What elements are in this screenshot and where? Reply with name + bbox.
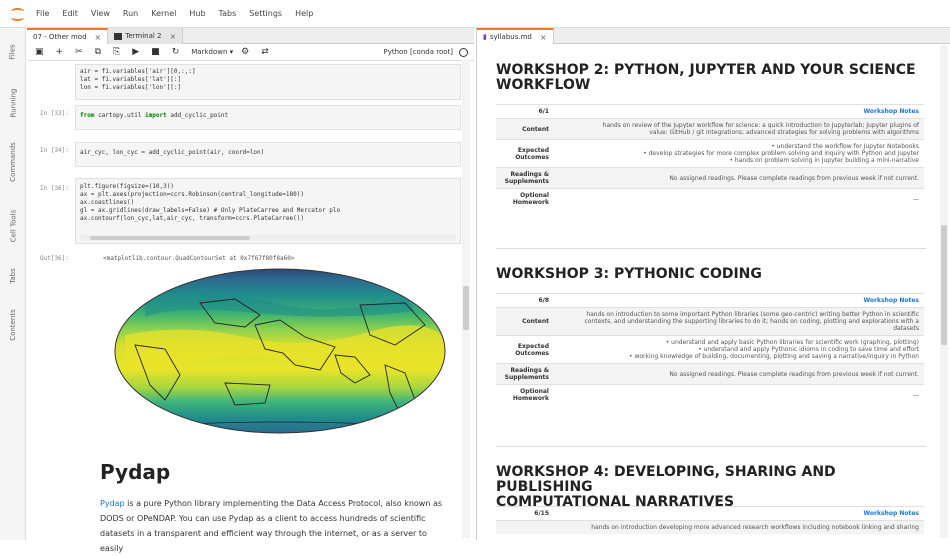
workshop-2-title: WORKSHOP 2: PYTHON, JUPYTER AND YOUR SCI… [496, 62, 916, 93]
save-icon[interactable]: ▣ [35, 47, 44, 57]
add-cell-icon[interactable]: + [56, 47, 64, 57]
run-icon[interactable]: ▶ [132, 47, 139, 57]
close-icon[interactable]: × [170, 32, 177, 41]
section-divider [496, 248, 926, 249]
cell-source: air_cyc, lon_cyc = add_cyclic_point(air,… [80, 149, 265, 156]
kernel-status-icon [459, 47, 468, 57]
menu-hub[interactable]: Hub [189, 9, 205, 18]
pydap-link[interactable]: Pydap [100, 499, 125, 508]
map-plot [114, 268, 446, 434]
menu-help[interactable]: Help [295, 9, 313, 18]
sidebar-tab-tabs[interactable]: Tabs [0, 258, 26, 294]
markdown-file-icon: ▮ [483, 33, 487, 41]
menu-run[interactable]: Run [123, 9, 138, 18]
tab-syllabus-label: syllabus.md [489, 33, 532, 41]
workshop-notes-link[interactable]: Workshop Notes [864, 297, 919, 304]
paste-icon[interactable]: ⎘ [113, 47, 120, 57]
close-icon[interactable]: × [540, 33, 547, 42]
sidebar-tab-running[interactable]: Running [0, 78, 26, 128]
workshop-3-title: WORKSHOP 3: PYTHONIC CODING [496, 266, 762, 282]
section-divider [496, 446, 926, 447]
tab-notebook[interactable]: 07 - Other mod × [27, 28, 109, 44]
workshop-3-table: 6/8 Workshop Notes Content hands on introd… [496, 293, 924, 405]
workshop-notes-link[interactable]: Workshop Notes [864, 510, 919, 517]
menu-view[interactable]: View [91, 9, 110, 18]
tab-terminal-label: Terminal 2 [125, 32, 162, 40]
menu-edit[interactable]: Edit [62, 9, 78, 18]
cell-source: air = f1.variables['air'][0,:,:] lat = f1… [80, 68, 196, 91]
workshop-4-table: 6/15 Workshop Notes hands on introduction… [496, 506, 924, 534]
left-sidebar: Files Running Commands Cell Tools Tabs C… [0, 28, 26, 540]
tab-terminal[interactable]: Terminal 2 × [108, 28, 184, 44]
code-cell[interactable]: air_cyc, lon_cyc = add_cyclic_point(air,… [75, 142, 461, 167]
code-cell[interactable]: plt.figure(figsize=(10,3)) ax = plt.axes(… [75, 178, 461, 244]
git-icon[interactable]: ⚙ [241, 47, 249, 57]
notebook-tabbar: 07 - Other mod × Terminal 2 × [27, 28, 474, 44]
notebook-scrollbar[interactable] [462, 60, 470, 538]
workshop-2-table: 6/1 Workshop Notes Content hands on review… [496, 104, 924, 209]
copy-icon[interactable]: ⧉ [95, 47, 101, 57]
widgets-icon[interactable]: ⇄ [261, 47, 269, 57]
kernel-name[interactable]: Python [conda root] [383, 48, 453, 56]
menu-file[interactable]: File [36, 9, 49, 18]
workshop-4-title: WORKSHOP 4: DEVELOPING, SHARING AND PUBL… [496, 464, 836, 510]
cell-source: from cartopy.util import add_cyclic_poin… [80, 112, 229, 119]
viewer-tabbar: ▮ syllabus.md × [477, 28, 950, 44]
sidebar-tab-contents[interactable]: Contents [0, 300, 26, 350]
code-cell[interactable]: from cartopy.util import add_cyclic_poin… [75, 105, 461, 130]
notebook-toolbar: ▣ + ✂ ⧉ ⎘ ▶ ■ ↻ Markdown ▾ ⚙ ⇄ Python [c… [27, 44, 474, 61]
cell-source: plt.figure(figsize=(10,3)) ax = plt.axes(… [80, 183, 341, 222]
terminal-icon [114, 32, 123, 40]
celltype-select[interactable]: Markdown ▾ [191, 48, 233, 56]
sidebar-tab-files[interactable]: Files [0, 32, 26, 72]
close-icon[interactable]: × [95, 33, 102, 42]
menu-bar: File Edit View Run Kernel Hub Tabs Setti… [0, 0, 950, 28]
code-cell[interactable]: air = f1.variables['air'][0,:,:] lat = f1… [75, 64, 461, 100]
cell-output-text: <matplotlib.contour.QuadContourSet at 0x… [103, 255, 295, 262]
jupyter-logo-icon [10, 6, 26, 22]
markdown-heading: Pydap [100, 460, 171, 484]
restart-icon[interactable]: ↻ [172, 47, 180, 57]
stop-icon[interactable]: ■ [151, 47, 160, 57]
menu-kernel[interactable]: Kernel [151, 9, 176, 18]
tab-syllabus[interactable]: ▮ syllabus.md × [477, 28, 554, 44]
menu-tabs[interactable]: Tabs [219, 9, 237, 18]
viewer-scrollbar[interactable] [940, 45, 948, 538]
menu-settings[interactable]: Settings [249, 9, 282, 18]
cut-icon[interactable]: ✂ [75, 47, 83, 57]
workshop-notes-link[interactable]: Workshop Notes [864, 108, 919, 115]
output-prompt: Out[36]: [40, 255, 69, 262]
tab-notebook-label: 07 - Other mod [33, 33, 87, 41]
cell-horizontal-scrollbar[interactable] [80, 235, 456, 241]
sidebar-tab-commands[interactable]: Commands [0, 132, 26, 192]
sidebar-tab-cell-tools[interactable]: Cell Tools [0, 198, 26, 253]
markdown-paragraph: Pydap is a pure Python library implement… [100, 499, 443, 553]
